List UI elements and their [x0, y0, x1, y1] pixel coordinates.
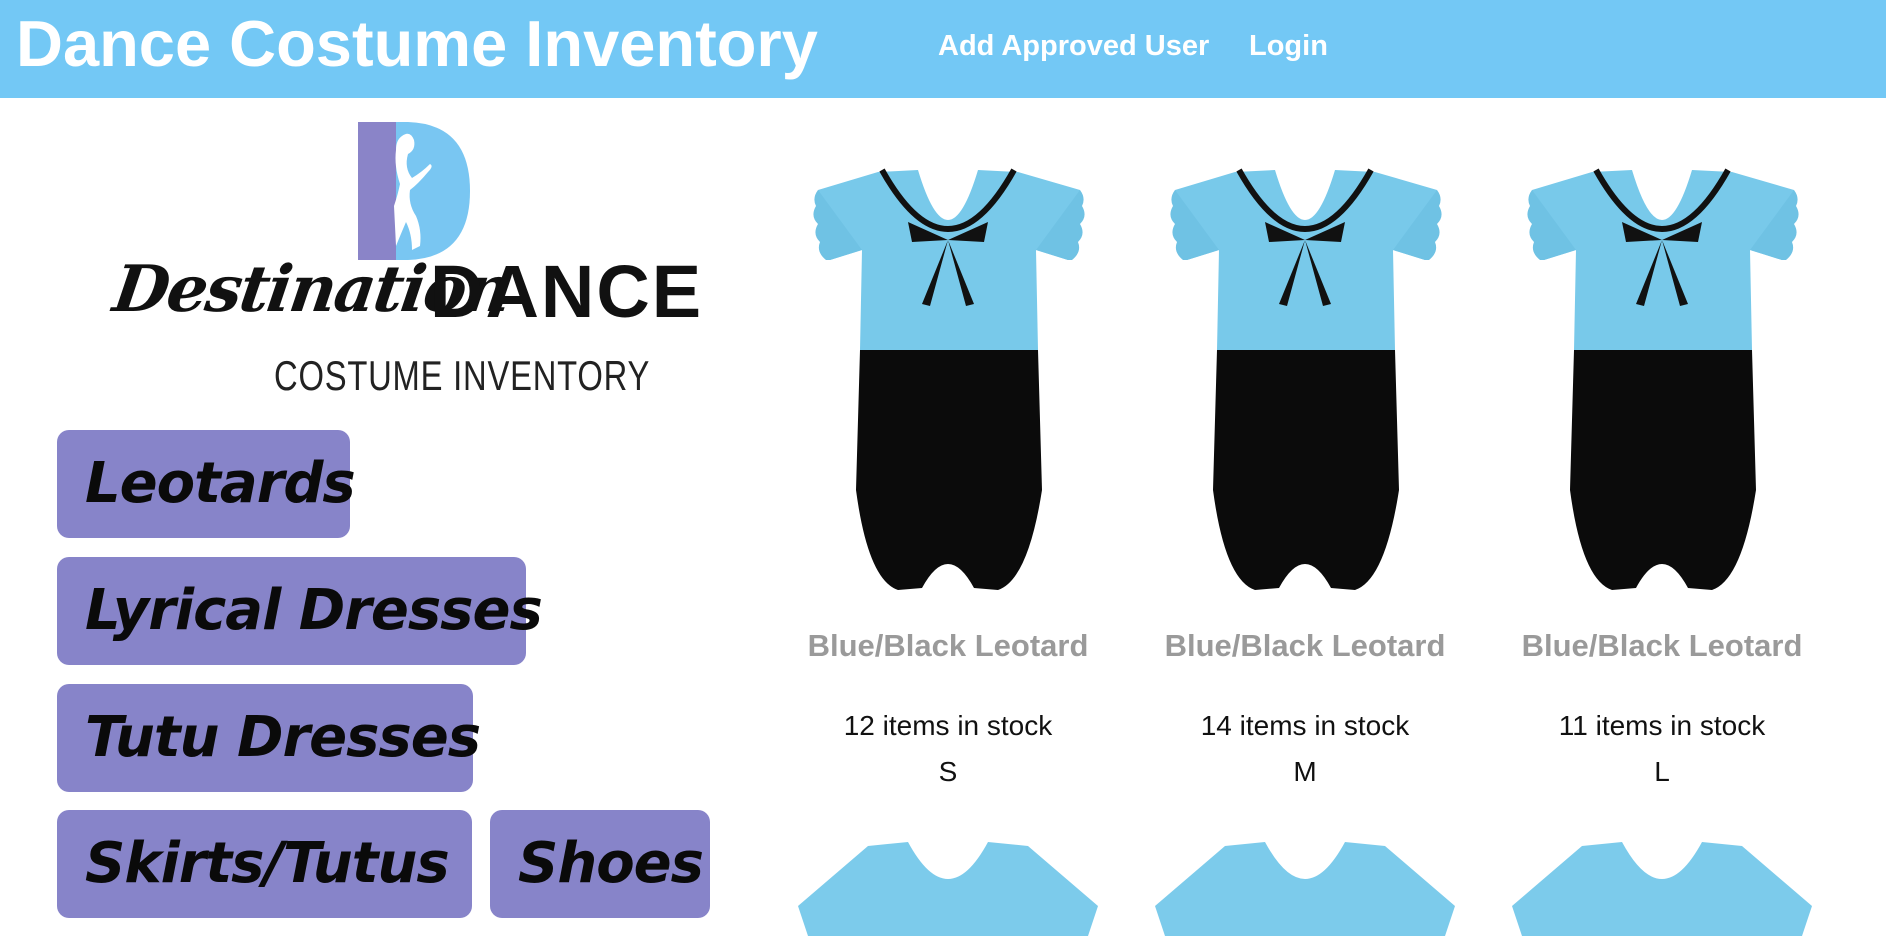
- logo-subtitle: COSTUME INVENTORY: [274, 352, 651, 399]
- leotard-image-blue: [1155, 842, 1455, 936]
- product-name[interactable]: Blue/Black Leotard: [788, 628, 1108, 664]
- leotard-image: [813, 168, 1085, 590]
- category-button-leotards[interactable]: Leotards: [57, 430, 356, 538]
- site-title: Dance Costume Inventory: [16, 7, 818, 80]
- product-name[interactable]: Blue/Black Leotard: [1145, 628, 1465, 664]
- logo-dance-text: DANCE: [430, 250, 704, 333]
- dancer-d-logo-icon: [358, 122, 470, 260]
- product-card[interactable]: Blue/Black Leotard 12 items in stock S: [788, 0, 1108, 936]
- product-card[interactable]: Blue/Black Leotard 11 items in stock L: [1502, 0, 1822, 936]
- product-stock: 11 items in stock: [1558, 710, 1766, 741]
- product-card[interactable]: Blue/Black Leotard 14 items in stock M: [1145, 0, 1465, 936]
- category-button-tutu-dresses[interactable]: Tutu Dresses: [57, 684, 481, 792]
- destination-dance-logo: Destination DANCE COSTUME INVENTORY: [109, 120, 701, 410]
- leotard-image-blue: [798, 842, 1098, 936]
- product-size: S: [938, 756, 958, 787]
- product-stock: 14 items in stock: [1200, 710, 1410, 741]
- leotard-image: [1527, 168, 1799, 590]
- category-button-shoes[interactable]: Shoes: [490, 810, 710, 918]
- product-name[interactable]: Blue/Black Leotard: [1502, 628, 1822, 664]
- product-size: L: [1654, 756, 1670, 787]
- leotard-image-blue: [1512, 842, 1812, 936]
- leotard-image: [1170, 168, 1442, 590]
- category-button-lyrical-dresses[interactable]: Lyrical Dresses: [57, 557, 543, 665]
- product-stock: 12 items in stock: [843, 710, 1053, 741]
- category-button-skirts-tutus[interactable]: Skirts/Tutus: [57, 810, 472, 918]
- product-size: M: [1293, 756, 1317, 787]
